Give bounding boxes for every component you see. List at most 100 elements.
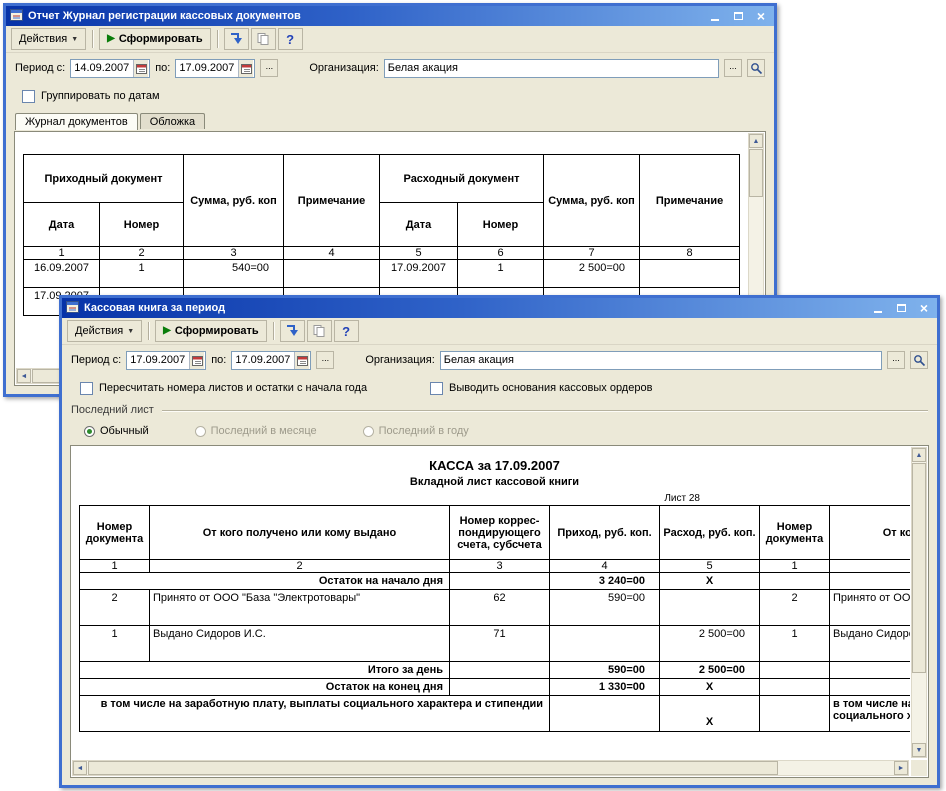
calendar-icon (240, 63, 252, 74)
period-from-label: Период с: (15, 62, 66, 74)
cell-doc-num-2: 1 (759, 625, 830, 662)
generate-button[interactable]: ▶ Сформировать (99, 28, 211, 50)
organization-input[interactable] (440, 352, 881, 368)
calendar-button[interactable] (189, 351, 205, 369)
cell-payer: Выдано Сидоров И.С. (149, 625, 450, 662)
col-number: 1 (759, 559, 830, 573)
organization-lookup-button[interactable] (747, 59, 765, 77)
organization-field (439, 350, 882, 370)
cell-num-out: 1 (456, 259, 545, 288)
calendar-icon (135, 63, 147, 74)
period-to-input[interactable] (176, 60, 239, 76)
period-picker-button[interactable]: ... (260, 59, 279, 77)
basis-label: Выводить основания кассовых ордеров (449, 382, 653, 394)
toolbar: Действия ▼ ▶ Сформировать ? (62, 318, 937, 345)
cell-doc-num-2: 2 (759, 589, 830, 626)
actions-label: Действия (19, 33, 68, 45)
radio-selected-icon[interactable] (84, 425, 95, 437)
maximize-icon (896, 304, 906, 312)
including-label-2: в том числе на заработную плату, выплаты… (829, 695, 910, 732)
actions-button[interactable]: Действия ▼ (67, 320, 143, 342)
copy-button[interactable] (306, 320, 332, 342)
minimize-button[interactable] (708, 9, 722, 23)
report-title: КАССА за 17.09.2007 (429, 458, 560, 473)
titlebar[interactable]: Отчет Журнал регистрации кассовых докуме… (6, 6, 774, 26)
close-button[interactable]: × (754, 9, 768, 23)
blue-arrow-icon (230, 33, 242, 44)
recalc-checkbox[interactable] (80, 381, 93, 395)
including-expense-mark: Х (659, 695, 760, 732)
period-to-input[interactable] (232, 352, 295, 368)
scroll-up-icon[interactable]: ▲ (749, 134, 763, 148)
maximize-button[interactable] (731, 9, 745, 23)
opening-balance-income: 3 240=00 (549, 572, 660, 590)
copy-button[interactable] (250, 28, 276, 50)
opening-balance-row: Остаток на начало дня 3 240=00 Х (79, 572, 910, 590)
organization-field (383, 58, 719, 78)
cell-num-in: 1 (99, 259, 184, 288)
scroll-left-icon[interactable]: ◄ (73, 761, 87, 775)
scroll-down-icon[interactable]: ▼ (912, 743, 926, 757)
cell-doc-num: 2 (79, 589, 150, 626)
period-to-label: по: (211, 354, 227, 366)
period-picker-button[interactable]: ... (316, 351, 335, 369)
closing-balance-label: Остаток на конец дня (79, 678, 450, 696)
organization-select-button[interactable]: ... (724, 59, 742, 77)
maximize-button[interactable] (894, 301, 908, 315)
cell-payer-2: Принято от ООО "База "Электротовары" (829, 589, 910, 626)
col-number: 3 (449, 559, 550, 573)
scroll-up-icon[interactable]: ▲ (912, 448, 926, 462)
toolbar-separator (216, 30, 218, 48)
opening-balance-label: Остаток на начало дня (79, 572, 450, 590)
scroll-left-icon[interactable]: ◄ (17, 369, 31, 383)
calendar-button[interactable] (238, 59, 254, 77)
radio-option-last-month[interactable]: Последний в месяце (194, 425, 317, 437)
cashbook-report-canvas: КАССА за 17.09.2007 Вкладной лист кассов… (71, 446, 910, 759)
close-button[interactable]: × (917, 301, 931, 315)
vertical-scrollbar[interactable]: ▲ ▼ (911, 447, 927, 758)
col-number: 2 (829, 559, 910, 573)
scroll-thumb[interactable] (88, 761, 778, 775)
actions-button[interactable]: Действия ▼ (11, 28, 87, 50)
period-from-input[interactable] (127, 352, 190, 368)
horizontal-scrollbar[interactable]: ◄ ► (72, 760, 909, 776)
radio-option-normal[interactable]: Обычный (84, 425, 149, 437)
cell (759, 678, 830, 696)
col-number: 2 (149, 559, 450, 573)
help-icon: ? (286, 31, 295, 47)
calendar-button[interactable] (294, 351, 310, 369)
calendar-button[interactable] (133, 59, 149, 77)
cell-sum-in: 540=00 (183, 259, 284, 288)
close-icon: × (919, 300, 929, 316)
header-date-out: Дата (379, 202, 458, 247)
scroll-thumb[interactable] (749, 149, 763, 197)
minimize-button[interactable] (871, 301, 885, 315)
organization-select-button[interactable]: ... (887, 351, 905, 369)
header-outgoing: Расходный документ (378, 154, 545, 203)
period-from-input[interactable] (71, 60, 134, 76)
tab-journal[interactable]: Журнал документов (15, 113, 138, 130)
scroll-thumb[interactable] (912, 463, 926, 673)
tab-cover[interactable]: Обложка (139, 113, 206, 129)
radio-icon[interactable] (362, 425, 374, 437)
radio-icon[interactable] (194, 425, 206, 437)
filter-row: Период с: по: ... Организация: ... (62, 345, 937, 375)
col-number: 5 (659, 559, 760, 573)
col-number: 1 (23, 246, 100, 260)
cell-note-in (283, 259, 380, 288)
help-button[interactable]: ? (333, 320, 359, 342)
help-button[interactable]: ? (277, 28, 303, 50)
scroll-right-icon[interactable]: ► (894, 761, 908, 775)
organization-input[interactable] (384, 60, 718, 76)
basis-checkbox[interactable] (430, 381, 443, 395)
radio-option-last-year[interactable]: Последний в году (362, 425, 469, 437)
table-row: 16.09.2007 1 540=00 17.09.2007 1 2 500=0… (23, 259, 741, 288)
group-by-dates-checkbox[interactable] (22, 89, 35, 103)
cell (829, 572, 910, 590)
organization-lookup-button[interactable] (910, 351, 928, 369)
titlebar[interactable]: Кассовая книга за период × (62, 298, 937, 318)
scrollbar-corner (911, 760, 927, 776)
generate-button[interactable]: ▶ Сформировать (155, 320, 267, 342)
header-settings-button[interactable] (279, 320, 305, 342)
header-settings-button[interactable] (223, 28, 249, 50)
